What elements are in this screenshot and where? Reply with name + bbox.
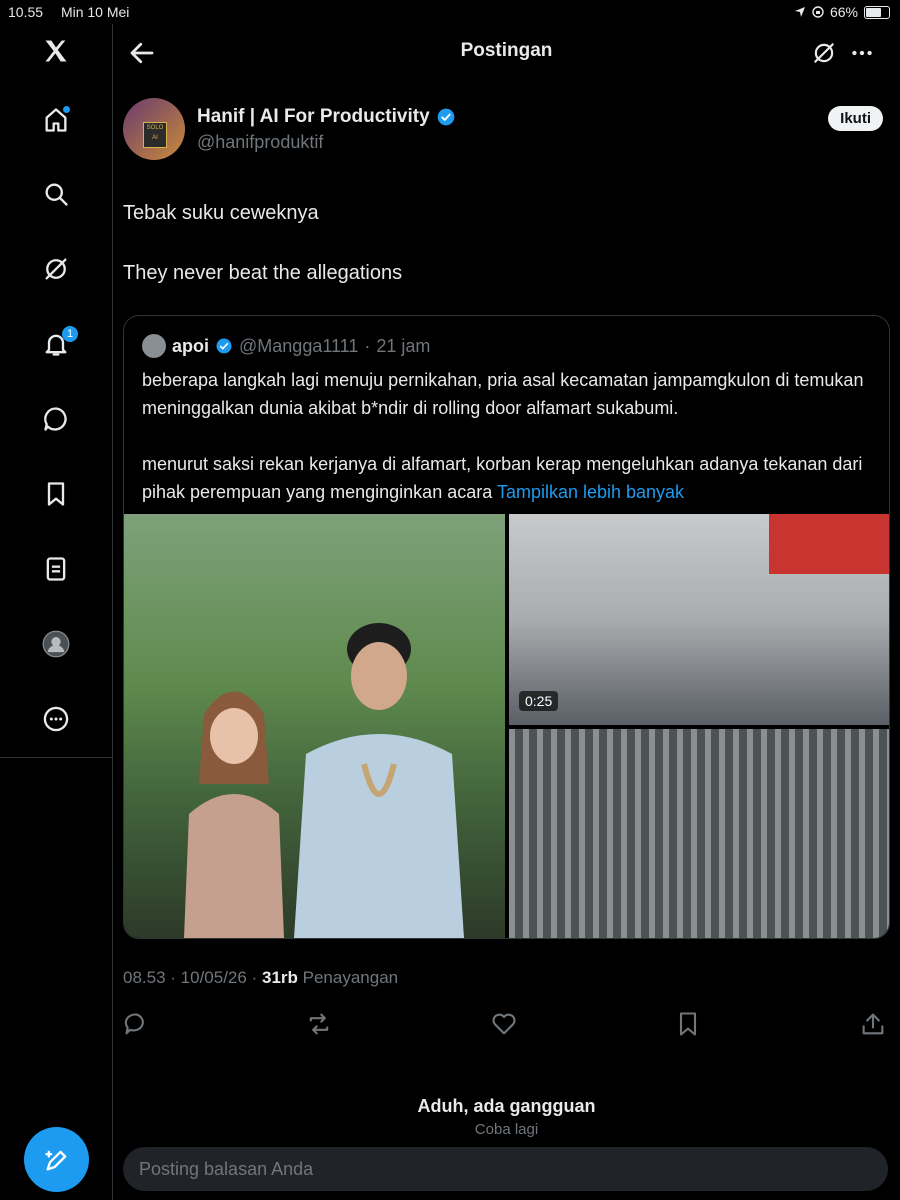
quoted-post[interactable]: apoi @Mangga1111 · 21 jam beberapa langk… bbox=[123, 315, 890, 939]
sidebar-divider bbox=[0, 757, 112, 758]
reply-icon[interactable] bbox=[123, 1010, 151, 1038]
woman-figure bbox=[184, 691, 284, 938]
status-time: 10.55 bbox=[8, 4, 44, 20]
search-icon[interactable] bbox=[36, 174, 76, 214]
retry-link[interactable]: Coba lagi bbox=[113, 1121, 900, 1138]
screen-lock-icon bbox=[812, 6, 824, 18]
battery-percent: 66% bbox=[829, 4, 858, 20]
post-text-line: They never beat the allegations bbox=[123, 262, 403, 284]
post-date: 10/05/26 bbox=[180, 968, 247, 987]
author-handle[interactable]: @hanifproduktif bbox=[197, 132, 323, 153]
views-label: Penayangan bbox=[302, 968, 399, 987]
home-notification-dot bbox=[63, 106, 70, 113]
profile-avatar[interactable] bbox=[36, 624, 76, 664]
more-menu-icon[interactable] bbox=[849, 40, 875, 66]
home-icon[interactable] bbox=[36, 100, 76, 140]
post-time: 08.53 bbox=[123, 968, 166, 987]
share-icon[interactable] bbox=[859, 1010, 887, 1038]
quoted-author-handle: @Mangga1111 bbox=[239, 335, 359, 356]
bookmark-icon[interactable] bbox=[674, 1010, 702, 1038]
media-grid: 0:25 bbox=[124, 514, 889, 938]
post-header: Postingan bbox=[113, 24, 900, 80]
follow-button[interactable]: Ikuti bbox=[828, 106, 883, 131]
post-stats: 08.53 · 10/05/26 · 31rb Penayangan bbox=[123, 968, 399, 987]
post-detail-column: Postingan SOLO AI Hanif | AI For Product… bbox=[113, 24, 900, 1200]
post-author: SOLO AI Hanif | AI For Productivity @han… bbox=[123, 98, 893, 164]
page-title: Postingan bbox=[460, 40, 553, 61]
couple-photo[interactable] bbox=[124, 514, 505, 938]
avatar-sign: SOLO AI bbox=[143, 122, 167, 148]
x-logo-icon[interactable] bbox=[36, 31, 76, 71]
post-text: Tebak suku ceweknya They never beat the … bbox=[123, 198, 883, 318]
verified-badge-icon bbox=[216, 338, 232, 354]
bookmarks-icon[interactable] bbox=[36, 474, 76, 514]
quoted-post-text: beberapa langkah lagi menuju pernikahan,… bbox=[142, 366, 872, 506]
post-actions bbox=[123, 1010, 888, 1040]
compose-feather-icon bbox=[44, 1150, 66, 1170]
quoted-author-name: apoi bbox=[172, 335, 210, 356]
sidebar: 1 bbox=[0, 24, 113, 1200]
quoted-author-avatar bbox=[142, 334, 166, 358]
post-text-line: Tebak suku ceweknya bbox=[123, 202, 319, 224]
notifications-bell-icon[interactable]: 1 bbox=[36, 324, 78, 364]
author-avatar[interactable]: SOLO AI bbox=[123, 98, 185, 160]
quoted-paragraph: beberapa langkah lagi menuju pernikahan,… bbox=[142, 370, 864, 418]
verified-badge-icon bbox=[437, 108, 454, 126]
man-figure bbox=[294, 623, 464, 938]
quoted-post-time: 21 jam bbox=[376, 335, 431, 356]
reply-input[interactable] bbox=[123, 1147, 888, 1191]
repost-icon[interactable] bbox=[305, 1010, 333, 1038]
location-icon bbox=[794, 7, 805, 17]
more-options-icon[interactable] bbox=[36, 699, 76, 739]
rolling-door-photo[interactable] bbox=[509, 729, 889, 938]
video-duration: 0:25 bbox=[519, 691, 559, 711]
error-message: Aduh, ada gangguan bbox=[417, 1096, 596, 1116]
status-date: Min 10 Mei bbox=[60, 4, 130, 20]
messages-icon[interactable] bbox=[36, 399, 76, 439]
show-more-link[interactable]: Tampilkan lebih banyak bbox=[497, 482, 684, 502]
store-sign bbox=[769, 514, 889, 574]
battery-icon bbox=[864, 5, 890, 19]
lists-icon[interactable] bbox=[36, 549, 76, 589]
author-name[interactable]: Hanif | AI For Productivity bbox=[197, 106, 430, 128]
status-bar: 10.55 Min 10 Mei 66% bbox=[0, 0, 900, 24]
store-crowd-video[interactable]: 0:25 bbox=[509, 514, 889, 725]
grok-analyze-icon[interactable] bbox=[811, 40, 837, 66]
like-heart-icon[interactable] bbox=[490, 1010, 518, 1038]
compose-post-button[interactable] bbox=[24, 1127, 89, 1192]
view-count: 31rb bbox=[261, 968, 298, 987]
notifications-badge: 1 bbox=[62, 326, 78, 342]
grok-icon[interactable] bbox=[36, 249, 76, 289]
